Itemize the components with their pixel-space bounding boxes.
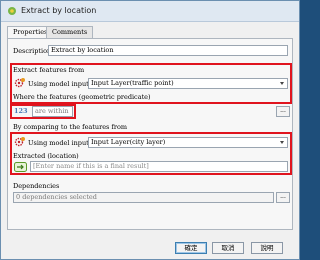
extracted-placeholder: [Enter name if this is a final result] [33, 162, 149, 170]
predicate-heading: Where the features (geometric predicate) [13, 93, 151, 101]
dialog-window: Extract by location Properties Comments … [0, 0, 300, 260]
chevron-down-icon [280, 82, 284, 85]
dependencies-more-button[interactable]: ... [276, 192, 290, 203]
predicate-more-button[interactable]: ... [276, 106, 290, 117]
description-input[interactable]: Extract by location [48, 45, 288, 56]
window-title: Extract by location [21, 6, 97, 15]
number-123-icon: 123 [14, 107, 28, 115]
cancel-button[interactable]: 取消 [212, 242, 244, 254]
qgis-icon [8, 7, 16, 15]
ok-button[interactable]: 確定 [175, 242, 207, 254]
model-input-gear-icon [14, 78, 25, 88]
help-button[interactable]: 說明 [251, 242, 283, 254]
properties-panel: Description Extract by location Extract … [7, 38, 293, 230]
dependencies-field: 0 dependencies selected [13, 192, 274, 203]
comparison-layer-value: Input Layer(city layer) [91, 138, 166, 146]
model-input-gear-icon [14, 137, 25, 147]
predicate-input[interactable]: are within [32, 106, 73, 117]
comparison-source-label: Using model input [28, 139, 89, 147]
extract-layer-value: Input Layer(traffic point) [91, 79, 174, 87]
tab-comments[interactable]: Comments [46, 26, 94, 38]
chevron-down-icon [280, 141, 284, 144]
extracted-heading: Extracted (location) [13, 152, 79, 160]
comparison-layer-select[interactable]: Input Layer(city layer) [88, 137, 288, 148]
dependencies-label: Dependencies [13, 182, 60, 190]
title-bar: Extract by location [1, 1, 299, 22]
extract-source-label: Using model input [28, 80, 89, 88]
description-label: Description [13, 47, 52, 55]
extract-layer-select[interactable]: Input Layer(traffic point) [88, 78, 288, 89]
extract-features-heading: Extract features from [13, 66, 85, 74]
comparison-heading: By comparing to the features from [13, 123, 128, 131]
output-arrow-icon [14, 162, 27, 172]
extracted-name-input[interactable]: [Enter name if this is a final result] [30, 161, 288, 172]
